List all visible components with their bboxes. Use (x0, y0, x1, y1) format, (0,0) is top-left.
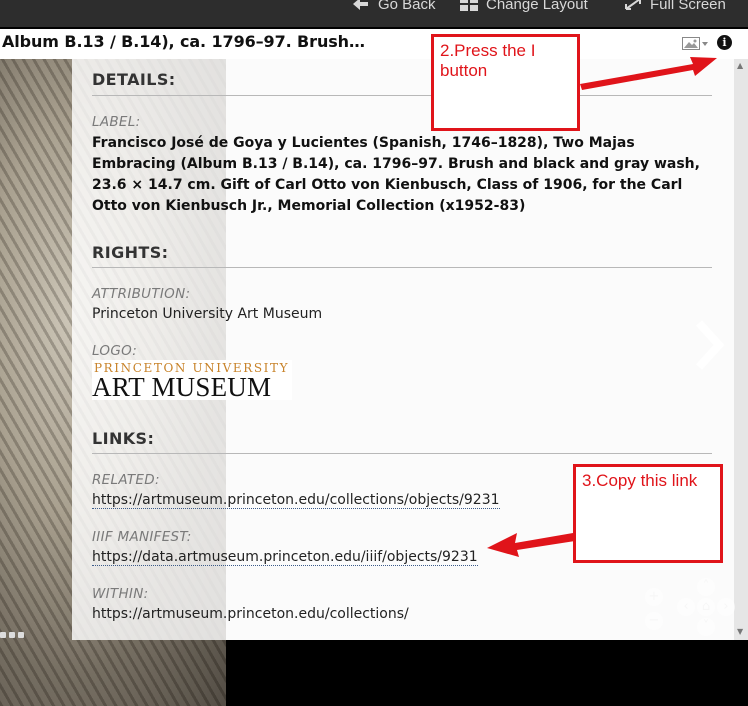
image-icon (682, 37, 708, 50)
related-link[interactable]: https://artmuseum.princeton.edu/collecti… (92, 492, 500, 509)
layout-grid-icon (460, 0, 478, 11)
museum-logo: PRINCETON UNIVERSITY ART MUSEUM (92, 360, 292, 402)
divider (92, 95, 712, 96)
related-label: RELATED: (92, 472, 160, 488)
links-heading: LINKS: (92, 429, 155, 448)
within-label: WITHIN: (92, 586, 149, 602)
top-toolbar: Go Back Change Layout Full Screen (0, 0, 748, 27)
full-screen-button[interactable]: Full Screen (624, 0, 726, 14)
annotation-copy-link: 3.Copy this link (573, 464, 723, 563)
back-arrow-icon (353, 0, 368, 10)
go-back-label: Go Back (378, 0, 436, 13)
logo-line-2: ART MUSEUM (92, 372, 272, 402)
expand-icon (625, 0, 641, 10)
go-back-button[interactable]: Go Back (352, 0, 436, 14)
title-bar: Album B.13 / B.14), ca. 1796–97. Brush… … (0, 29, 748, 59)
full-screen-label: Full Screen (650, 0, 726, 13)
divider (92, 453, 712, 454)
change-layout-button[interactable]: Change Layout (460, 0, 588, 14)
label-label: LABEL: (92, 114, 141, 130)
iiif-manifest-label: IIIF MANIFEST: (92, 529, 192, 545)
details-heading: DETAILS: (92, 70, 176, 89)
thumbnail-dots (0, 632, 24, 638)
change-layout-label: Change Layout (486, 0, 588, 13)
attribution-label: ATTRIBUTION: (92, 286, 191, 302)
scroll-down-arrow-icon[interactable]: ▼ (737, 627, 743, 636)
panel-scrollbar[interactable] (734, 59, 748, 640)
scroll-up-arrow-icon[interactable]: ▲ (737, 61, 743, 70)
divider (92, 267, 712, 268)
image-menu-button[interactable] (682, 36, 708, 55)
attribution-value: Princeton University Art Museum (92, 306, 323, 322)
iiif-manifest-link[interactable]: https://data.artmuseum.princeton.edu/iii… (92, 549, 478, 566)
rights-heading: RIGHTS: (92, 243, 169, 262)
annotation-press-i: 2.Press the I button (431, 34, 580, 131)
info-icon[interactable]: i (717, 35, 732, 50)
within-value: https://artmuseum.princeton.edu/collecti… (92, 606, 409, 622)
object-title: Album B.13 / B.14), ca. 1796–97. Brush… (2, 32, 365, 51)
logo-label: LOGO: (92, 343, 138, 359)
viewer-bottom-area (226, 640, 748, 706)
label-value: Francisco José de Goya y Lucientes (Span… (92, 135, 700, 214)
